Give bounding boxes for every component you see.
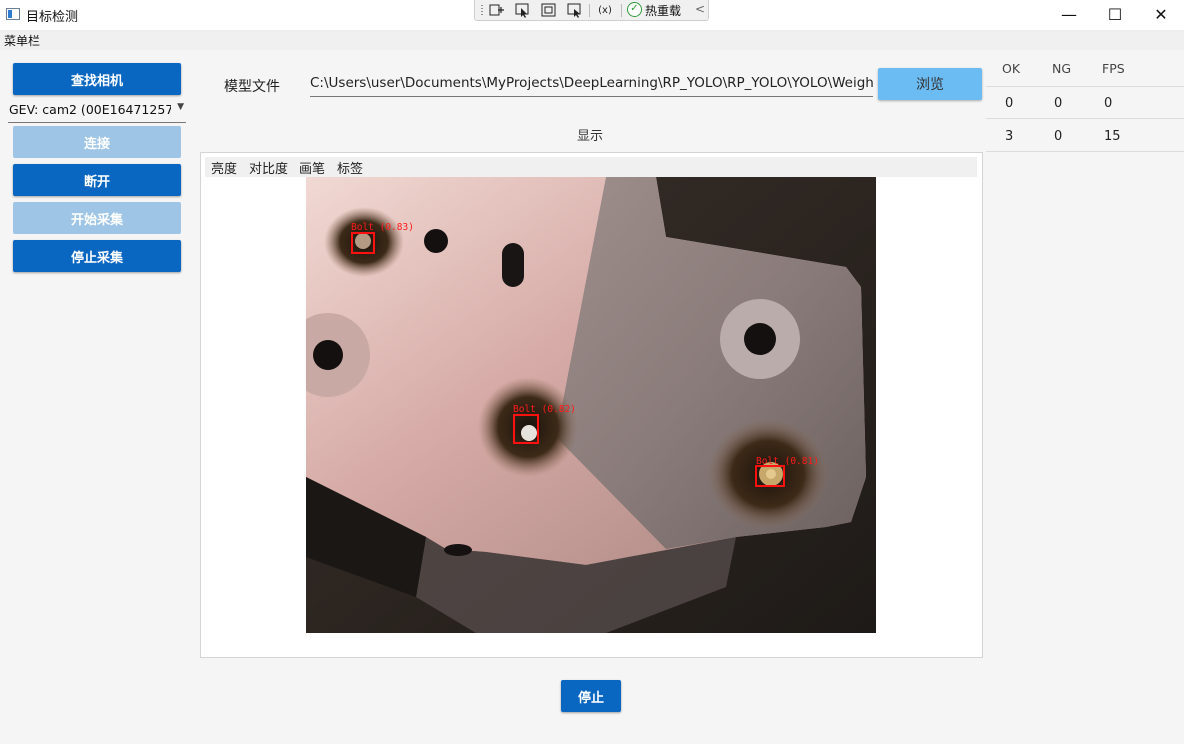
start-capture-button[interactable]: 开始采集 [13,202,181,234]
app-icon [6,8,20,20]
stop-capture-button[interactable]: 停止采集 [13,240,181,272]
check-icon: ✓ [627,2,642,17]
chevron-down-icon: ▼ [177,102,184,112]
maximize-button[interactable]: ☐ [1092,0,1138,30]
tool-brush[interactable]: 画笔 [299,158,325,177]
stats-cell: 0 [1104,96,1113,111]
layout-adorner-icon[interactable] [541,3,557,18]
detection-box [755,465,785,487]
minimize-button[interactable]: — [1046,0,1092,30]
stats-divider [986,86,1184,87]
detection-box [351,232,375,254]
model-path-field[interactable]: C:\Users\user\Documents\MyProjects\DeepL… [310,72,873,97]
camera-image[interactable]: Bolt (0.83) Bolt (0.82) Bolt (0.81) [306,177,876,633]
find-camera-button[interactable]: 查找相机 [13,63,181,95]
display-title: 显示 [577,129,604,144]
stats-divider [986,118,1184,119]
collapse-icon[interactable]: < [695,2,705,16]
detection-box [513,414,539,444]
stats-header-ng: NG [1052,61,1072,76]
close-button[interactable]: ✕ [1138,0,1184,30]
model-file-label: 模型文件 [224,79,280,95]
hot-reload-label[interactable]: 热重载 [645,2,681,19]
dev-toolbar: (x) ✓ 热重载 < [474,0,709,21]
track-focus-icon[interactable] [567,3,583,18]
stats-cell: 0 [1005,96,1014,111]
disconnect-button[interactable]: 断开 [13,164,181,196]
tool-contrast[interactable]: 对比度 [249,158,288,177]
live-tree-icon[interactable] [489,3,505,18]
camera-select[interactable]: GEV: cam2 (00E16471257 ▼ [8,99,186,123]
stats-cell: 0 [1054,96,1063,111]
stats-header-ok: OK [1002,61,1021,76]
menu-bar-label[interactable]: 菜单栏 [4,32,40,49]
stats-cell: 15 [1104,129,1121,144]
window-title: 目标检测 [26,10,79,25]
binding-failures-icon[interactable]: (x) [597,3,613,18]
stats-divider [986,151,1184,152]
menu-bar [0,30,1184,50]
tool-brightness[interactable]: 亮度 [211,158,237,177]
stop-button[interactable]: 停止 [561,680,621,712]
stats-header-fps: FPS [1102,61,1125,76]
camera-select-value: GEV: cam2 (00E16471257 [9,102,171,117]
stats-cell: 3 [1005,129,1014,144]
grip-icon[interactable] [480,4,484,17]
stats-cell: 0 [1054,129,1063,144]
select-element-icon[interactable] [515,3,531,18]
tool-label[interactable]: 标签 [337,158,363,177]
metal-plate-photo [306,177,876,633]
connect-button[interactable]: 连接 [13,126,181,158]
browse-button[interactable]: 浏览 [878,68,982,100]
